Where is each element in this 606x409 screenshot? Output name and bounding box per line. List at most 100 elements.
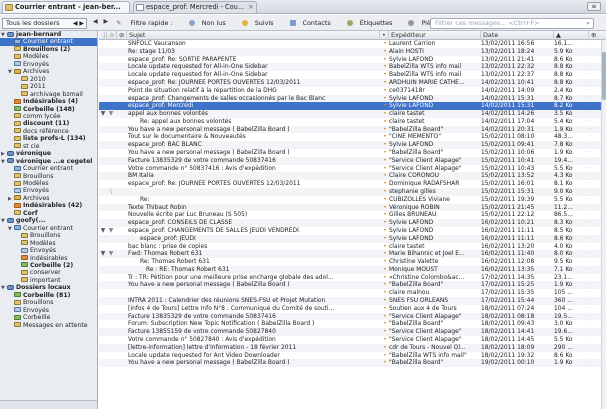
app-menu-button[interactable]: ≡ <box>587 2 601 11</box>
search-input[interactable]: Filtrer ces messages... <Ctrl+F> ⌕ <box>430 18 594 29</box>
star-icon[interactable]: ▼ <box>107 110 115 118</box>
message-row[interactable]: Nouvelle écrite par Luc Bruneau (S 505) •… <box>99 211 606 219</box>
folder-item[interactable]: ▼ goofy(... <box>0 217 97 224</box>
thread-toggle-icon[interactable]: ▼ <box>99 227 107 235</box>
message-row[interactable]: Facture 13835329 de votre commande 50837… <box>99 156 606 165</box>
read-status-icon[interactable]: • <box>381 196 389 204</box>
message-row[interactable]: ▼ ▼ espace_prof: CHANGEMENTS DE SALLES JEU… <box>99 227 606 235</box>
attachment-icon[interactable] <box>117 95 125 103</box>
thread-toggle-icon[interactable] <box>99 204 107 212</box>
folder-item[interactable]: Modèles <box>0 53 97 60</box>
folder-item[interactable]: Envoyés <box>0 187 97 194</box>
thread-toggle-icon[interactable]: ▼ <box>99 110 107 118</box>
tab-inbox[interactable]: Courrier entrant - jean-ber... <box>2 1 130 13</box>
attachment-icon[interactable] <box>117 188 125 196</box>
read-status-icon[interactable]: • <box>381 40 389 48</box>
junk-status-icon[interactable]: · <box>589 102 599 110</box>
star-icon[interactable]: ▼ <box>107 227 115 235</box>
attachment-icon[interactable] <box>117 235 125 243</box>
thread-toggle-icon[interactable] <box>99 274 107 282</box>
attachment-column-icon[interactable]: ⊘ <box>117 31 127 40</box>
thread-toggle-icon[interactable] <box>99 40 107 48</box>
junk-status-icon[interactable]: · <box>589 274 599 282</box>
thread-toggle-icon[interactable] <box>99 243 107 251</box>
folder-item[interactable]: Corbeille (81) <box>0 292 97 299</box>
message-row[interactable]: Point de situation relatif à la répartit… <box>99 87 606 95</box>
star-icon[interactable] <box>107 40 115 48</box>
folder-item[interactable]: conserver <box>0 269 97 276</box>
star-icon[interactable] <box>107 344 115 352</box>
read-status-icon[interactable]: • <box>381 305 389 313</box>
filter-tags[interactable]: Étiquettes <box>346 19 400 27</box>
thread-toggle-icon[interactable] <box>99 133 107 141</box>
thread-toggle-icon[interactable] <box>99 87 107 95</box>
attachment-icon[interactable] <box>117 227 125 235</box>
folder-item[interactable]: comm lycée <box>0 113 97 120</box>
folder-item[interactable]: ▼ jean-bernard <box>0 31 97 38</box>
junk-status-icon[interactable]: · <box>589 71 599 79</box>
star-icon[interactable] <box>107 336 115 344</box>
attachment-icon[interactable] <box>117 266 125 274</box>
thread-column-icon[interactable]: ⋮ <box>99 31 107 40</box>
folder-item[interactable]: 2010 <box>0 76 97 83</box>
folder-item[interactable]: Indésirables (42) <box>0 202 97 209</box>
star-icon[interactable] <box>107 258 115 266</box>
star-icon[interactable] <box>107 204 115 212</box>
folder-item[interactable]: 2011 <box>0 83 97 90</box>
attachment-icon[interactable] <box>117 102 125 110</box>
message-row[interactable]: espace_prof: Mercredi • Sylvie LAFOND 14/02… <box>99 102 606 111</box>
read-status-icon[interactable]: • <box>381 274 389 282</box>
thread-toggle-icon[interactable] <box>99 320 107 328</box>
read-status-icon[interactable]: • <box>381 204 389 212</box>
junk-status-icon[interactable]: · <box>589 204 599 212</box>
folder-item[interactable]: Brouillons <box>0 232 97 239</box>
thread-toggle-icon[interactable] <box>99 196 107 204</box>
folder-item[interactable]: important <box>0 277 97 284</box>
thread-toggle-icon[interactable] <box>99 126 107 134</box>
read-status-icon[interactable]: • <box>381 71 389 79</box>
star-icon[interactable] <box>107 219 115 227</box>
star-icon[interactable] <box>107 95 115 103</box>
read-status-icon[interactable]: • <box>381 320 389 328</box>
thread-toggle-icon[interactable] <box>99 336 107 344</box>
read-status-icon[interactable]: • <box>381 359 389 367</box>
star-icon[interactable] <box>107 274 115 282</box>
star-icon[interactable] <box>107 281 115 289</box>
read-status-icon[interactable]: • <box>381 243 389 251</box>
message-row[interactable]: Locale update requested for All-in-One S… <box>99 71 606 79</box>
folder-item[interactable]: docs référence <box>0 128 97 135</box>
thread-toggle-icon[interactable] <box>99 149 107 157</box>
filter-contacts[interactable]: Contacts <box>289 19 338 27</box>
message-row[interactable]: You have a new personal message ( BabelZ… <box>99 149 606 157</box>
message-row[interactable]: Facture 13855159 de votre commande 50827… <box>99 328 606 336</box>
junk-status-icon[interactable]: · <box>589 258 599 266</box>
tab-message[interactable]: espace_prof: Mercredi - Cou... × <box>133 1 257 13</box>
star-icon[interactable] <box>107 63 115 71</box>
message-row[interactable]: Re: stage 11/03 • Alain HOSTI 13/02/2011 18… <box>99 47 606 56</box>
junk-status-icon[interactable]: · <box>589 289 599 297</box>
thread-toggle-icon[interactable] <box>99 95 107 103</box>
junk-status-icon[interactable]: · <box>589 227 599 235</box>
attachment-icon[interactable] <box>117 141 125 149</box>
attachment-icon[interactable] <box>117 250 125 258</box>
junk-status-icon[interactable]: · <box>589 126 599 134</box>
junk-status-icon[interactable]: · <box>589 359 599 367</box>
read-status-icon[interactable]: • <box>381 180 389 188</box>
message-row[interactable]: \ • stephanie gilles 15/02/2011 15:31 9.0 Ko… <box>99 188 606 196</box>
junk-status-icon[interactable]: · <box>589 313 599 321</box>
thread-toggle-icon[interactable] <box>99 188 107 196</box>
read-status-icon[interactable]: • <box>381 281 389 289</box>
thread-toggle-icon[interactable] <box>99 211 107 219</box>
message-row[interactable]: Votre commande n° 50827840 : Avis d'expé… <box>99 336 606 344</box>
junk-status-icon[interactable]: · <box>589 133 599 141</box>
junk-status-icon[interactable]: · <box>589 266 599 274</box>
folder-item[interactable]: ▶ Archives <box>0 195 97 202</box>
folder-item[interactable]: Brouillons <box>0 299 97 306</box>
folder-item[interactable]: ▼ Courrier entrant <box>0 225 97 232</box>
read-status-icon[interactable]: • <box>381 219 389 227</box>
junk-status-icon[interactable]: · <box>589 352 599 360</box>
folder-view-select[interactable]: Tous les dossiers ◀ ▶ <box>2 18 87 29</box>
message-row[interactable]: espace_prof: Re: JOURNEE PORTES OUVERTES… <box>99 180 606 188</box>
message-row[interactable]: ▼ ▼ Fwd: Thomas Robert 631 • Marie Bihannic … <box>99 250 606 259</box>
read-status-icon[interactable]: • <box>381 211 389 219</box>
